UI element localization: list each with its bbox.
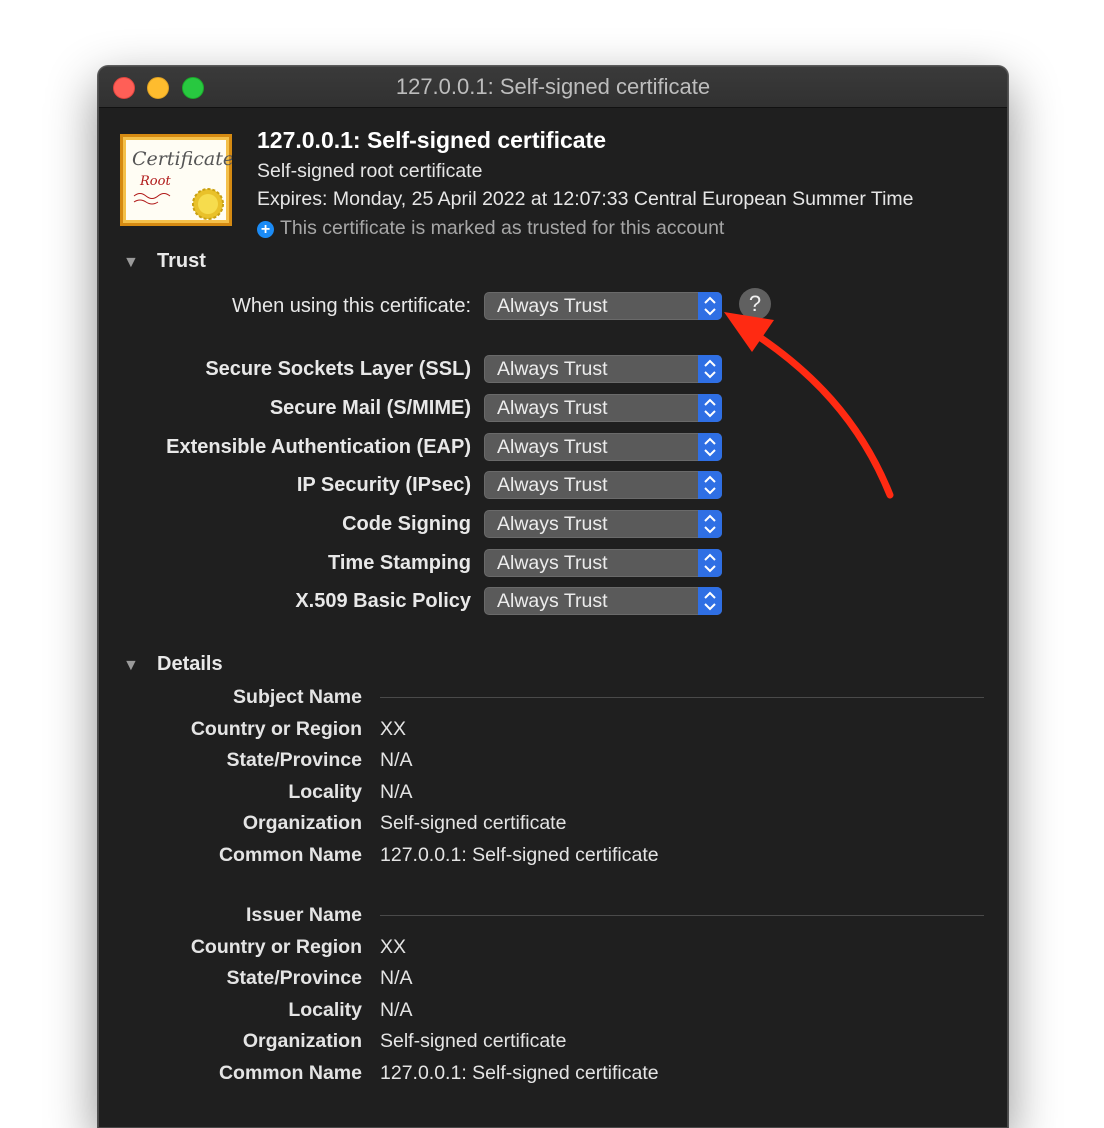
policy-popup-time-stamping[interactable]: Always Trust [484,549,722,577]
detail-label: Common Name [218,1062,362,1084]
when-using-popup[interactable]: Always Trust [484,292,722,320]
detail-label: Organization [242,812,362,834]
detail-value: N/A [380,749,413,771]
popup-value: Always Trust [497,590,608,612]
window-title: 127.0.0.1: Self-signed certificate [395,74,711,99]
certificate-image-text: Certificate [132,148,232,170]
popup-value: Always Trust [497,436,608,458]
detail-value: XX [380,936,407,958]
certificate-image-subtext: Root [139,174,171,189]
popup-value: Always Trust [497,358,608,380]
certificate-title: 127.0.0.1: Self-signed certificate [257,127,606,153]
detail-label: Country or Region [190,718,362,740]
updown-chevron-icon [698,355,722,383]
detail-label: Organization [242,1030,362,1052]
disclosure-triangle-icon[interactable]: ▼ [123,657,157,675]
trusted-note: + This certificate is marked as trusted f… [257,217,724,240]
detail-label: Country or Region [190,936,362,958]
detail-value: Self-signed certificate [380,1030,567,1052]
updown-chevron-icon [698,549,722,577]
policy-label-ssl: Secure Sockets Layer (SSL) [205,358,471,380]
popup-value: Always Trust [497,513,608,535]
policy-popup-ssl[interactable]: Always Trust [484,355,722,383]
popup-value: Always Trust [497,295,608,317]
updown-chevron-icon [698,433,722,461]
updown-chevron-icon [698,292,722,320]
trust-heading: Trust [157,250,206,272]
detail-value: XX [380,718,407,740]
detail-label: Locality [288,999,362,1021]
updown-chevron-icon [698,394,722,422]
popup-value: Always Trust [497,397,608,419]
detail-value: N/A [380,967,413,989]
detail-label: Locality [288,781,362,803]
disclosure-triangle-icon[interactable]: ▼ [123,254,157,272]
detail-value: Self-signed certificate [380,812,567,834]
certificate-subtitle: Self-signed root certificate [257,160,483,182]
issuer-name-heading: Issuer Name [246,904,362,926]
policy-popup-eap[interactable]: Always Trust [484,433,722,461]
policy-label-code-signing: Code Signing [342,513,471,535]
subject-name-heading: Subject Name [233,686,362,708]
details-heading: Details [157,653,223,675]
policy-label-smime: Secure Mail (S/MIME) [269,397,471,419]
updown-chevron-icon [698,471,722,499]
detail-value: N/A [380,781,413,803]
detail-label: State/Province [226,749,362,771]
policy-popup-code-signing[interactable]: Always Trust [484,510,722,538]
policy-popup-ipsec[interactable]: Always Trust [484,471,722,499]
policy-label-x509: X.509 Basic Policy [295,590,471,612]
popup-value: Always Trust [497,552,608,574]
detail-label: Common Name [218,844,362,866]
help-button[interactable]: ? [739,288,771,320]
policy-label-ipsec: IP Security (IPsec) [296,474,471,496]
trust-section-header[interactable]: ▼ Trust [123,250,206,273]
certificate-expiry: Expires: Monday, 25 April 2022 at 12:07:… [257,188,914,210]
when-using-label: When using this certificate: [232,295,471,317]
plus-circle-icon: + [257,221,274,238]
policy-popup-x509[interactable]: Always Trust [484,587,722,615]
certificate-icon: Certificate Root [120,134,232,226]
detail-value: 127.0.0.1: Self-signed certificate [380,844,659,866]
trusted-note-text: This certificate is marked as trusted fo… [280,217,725,239]
title-bar[interactable]: 127.0.0.1: Self-signed certificate [99,67,1007,108]
updown-chevron-icon [698,510,722,538]
detail-value: 127.0.0.1: Self-signed certificate [380,1062,659,1084]
detail-value: N/A [380,999,413,1021]
popup-value: Always Trust [497,474,608,496]
policy-label-time-stamping: Time Stamping [328,552,471,574]
policy-popup-smime[interactable]: Always Trust [484,394,722,422]
detail-label: State/Province [226,967,362,989]
issuer-divider [380,915,984,916]
policy-label-eap: Extensible Authentication (EAP) [166,436,471,458]
details-section-header[interactable]: ▼ Details [123,653,223,676]
subject-divider [380,697,984,698]
updown-chevron-icon [698,587,722,615]
certificate-window: 127.0.0.1: Self-signed certificate Certi… [98,66,1008,1128]
